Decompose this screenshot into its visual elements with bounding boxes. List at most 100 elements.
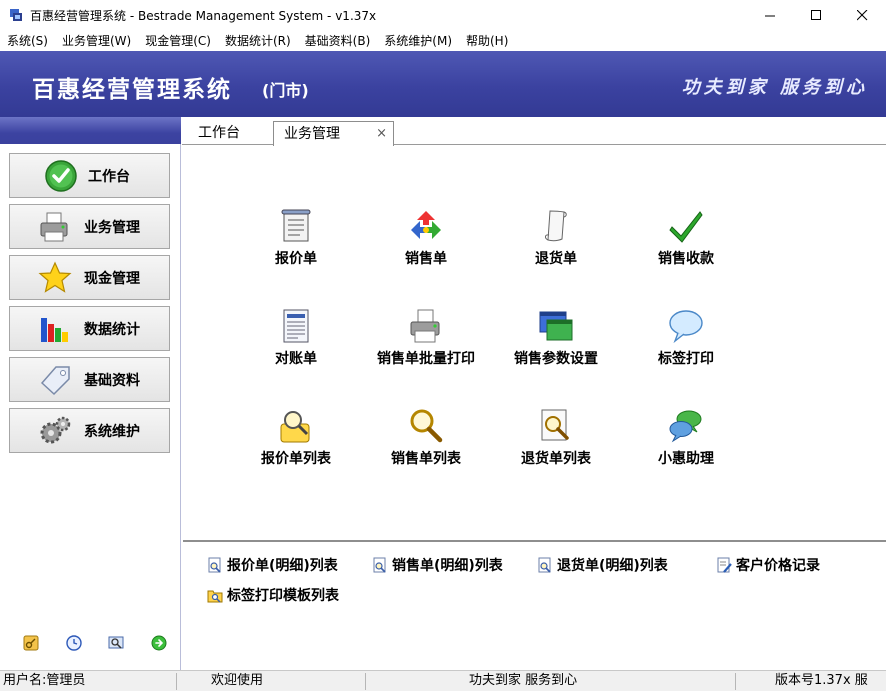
tab-close-icon[interactable]: × (376, 122, 387, 146)
menu-maintenance[interactable]: 系统维护(M) (377, 31, 459, 51)
menu-system[interactable]: 系统(S) (0, 31, 55, 51)
minimize-button[interactable] (747, 0, 793, 31)
printer-icon (410, 309, 440, 343)
gears-icon (40, 416, 71, 443)
tile-quotation[interactable]: 报价单 (226, 208, 366, 268)
sidebar-item-business[interactable]: 业务管理 (9, 204, 170, 249)
chat-bubbles-icon (669, 410, 702, 443)
banner-slogan: 功夫到家 服务到心 (681, 77, 868, 98)
sidebar-item-label: 业务管理 (84, 219, 140, 236)
sidebar-item-maintenance[interactable]: 系统维护 (9, 408, 170, 453)
tile-label: 销售单 (405, 251, 447, 267)
printer-icon (40, 212, 68, 241)
status-separator (735, 673, 736, 690)
sidebar-item-label: 系统维护 (84, 423, 140, 440)
maximize-icon (810, 10, 821, 20)
link-label: 销售单(明细)列表 (392, 558, 503, 574)
bar-chart-icon (41, 317, 68, 342)
tile-return-order[interactable]: 退货单 (486, 208, 626, 268)
status-welcome: 欢迎使用 (211, 673, 264, 688)
link-return-detail-list[interactable]: 退货单(明细)列表 (537, 555, 668, 575)
menu-statistics[interactable]: 数据统计(R) (218, 31, 298, 51)
sidebar-item-label: 基础资料 (84, 372, 140, 389)
tile-label: 报价单列表 (261, 451, 331, 467)
tile-label: 小惠助理 (658, 451, 714, 467)
status-bar: 用户名:管理员 欢迎使用 功夫到家 服务到心 版本号1.37x 服 (0, 670, 886, 691)
link-label: 退货单(明细)列表 (557, 558, 668, 574)
tab-strip: 工作台 业务管理 × (182, 117, 886, 146)
magnifier-icon (410, 409, 443, 443)
star-icon (38, 261, 72, 293)
tab-business[interactable]: 业务管理 × (273, 121, 394, 146)
tile-statement[interactable]: 对账单 (226, 308, 366, 368)
menu-help[interactable]: 帮助(H) (459, 31, 515, 51)
tile-label: 销售收款 (658, 251, 714, 267)
tag-icon (40, 365, 70, 395)
system-name: 百惠经营管理系统 (32, 77, 232, 103)
link-customer-price-record[interactable]: 客户价格记录 (716, 555, 820, 575)
tile-sales-order[interactable]: 销售单 (356, 208, 496, 268)
edit-doc-icon (717, 557, 732, 573)
search-doc-icon (538, 557, 551, 573)
menu-cash[interactable]: 现金管理(C) (138, 31, 218, 51)
sidebar-item-statistics[interactable]: 数据统计 (9, 306, 170, 351)
sidebar-item-workbench[interactable]: 工作台 (9, 153, 170, 198)
tile-sales-order-list[interactable]: 销售单列表 (356, 408, 496, 468)
close-button[interactable] (839, 0, 885, 31)
tile-label: 销售参数设置 (514, 351, 598, 367)
tab-workbench[interactable]: 工作台 (198, 121, 240, 145)
folder-search-icon (207, 590, 223, 603)
tab-label: 工作台 (198, 125, 240, 141)
tile-label: 报价单 (275, 251, 317, 267)
status-version: 版本号1.37x 服 (775, 673, 868, 688)
tile-return-order-list[interactable]: 退货单列表 (486, 408, 626, 468)
clock-icon[interactable] (66, 635, 82, 651)
app-icon (10, 9, 22, 21)
tile-label: 对账单 (275, 351, 317, 367)
tile-batch-print[interactable]: 销售单批量打印 (356, 308, 496, 368)
menu-basic-data[interactable]: 基础资料(B) (298, 31, 378, 51)
forward-icon[interactable] (151, 635, 167, 651)
menu-business[interactable]: 业务管理(W) (55, 31, 138, 51)
status-separator (365, 673, 366, 690)
quick-links: 报价单(明细)列表 销售单(明细)列表 退货单(明细)列表 客户价格记录 标签打… (183, 542, 886, 670)
sidebar-item-label: 工作台 (88, 168, 130, 185)
status-user: 用户名:管理员 (3, 673, 86, 688)
scroll-icon (545, 210, 567, 242)
status-slogan: 功夫到家 服务到心 (469, 673, 578, 688)
maximize-button[interactable] (793, 0, 839, 31)
tile-label: 标签打印 (658, 351, 714, 367)
tile-label-print[interactable]: 标签打印 (616, 308, 756, 368)
speech-bubble-icon (669, 310, 703, 344)
sidebar-item-basic-data[interactable]: 基础资料 (9, 357, 170, 402)
check-circle-icon (45, 159, 77, 192)
header-banner: 百惠经营管理系统 (门市) 功夫到家 服务到心 (0, 51, 886, 117)
search-window-icon[interactable] (108, 635, 124, 651)
sidebar: 工作台 业务管理 现金管理 数据统计 基础资料 系统维护 (0, 117, 181, 670)
tile-quotation-list[interactable]: 报价单列表 (226, 408, 366, 468)
window-title: 百惠经营管理系统 - Bestrade Management System - … (30, 9, 377, 23)
link-label: 客户价格记录 (736, 558, 820, 574)
document-search-icon (541, 409, 569, 441)
tab-label: 业务管理 (284, 126, 340, 142)
link-sales-detail-list[interactable]: 销售单(明细)列表 (372, 555, 503, 575)
tile-label: 销售单批量打印 (377, 351, 475, 367)
sidebar-header (0, 117, 181, 144)
close-icon (856, 10, 867, 21)
user-search-icon (280, 411, 310, 443)
tile-label: 销售单列表 (391, 451, 461, 467)
link-label: 报价单(明细)列表 (227, 558, 338, 574)
link-quotation-detail-list[interactable]: 报价单(明细)列表 (207, 555, 338, 575)
search-doc-icon (373, 557, 386, 573)
tile-sales-settings[interactable]: 销售参数设置 (486, 308, 626, 368)
key-icon[interactable] (23, 635, 39, 651)
tile-sales-collection[interactable]: 销售收款 (616, 208, 756, 268)
tile-assistant[interactable]: 小惠助理 (616, 408, 756, 468)
menu-bar: 系统(S) 业务管理(W) 现金管理(C) 数据统计(R) 基础资料(B) 系统… (0, 31, 886, 51)
recycle-icon (411, 211, 441, 239)
sidebar-item-cash[interactable]: 现金管理 (9, 255, 170, 300)
link-label-template-list[interactable]: 标签打印模板列表 (207, 585, 339, 605)
checkmark-icon (669, 211, 703, 243)
sidebar-item-label: 数据统计 (84, 321, 140, 338)
tile-label: 退货单 (535, 251, 577, 267)
